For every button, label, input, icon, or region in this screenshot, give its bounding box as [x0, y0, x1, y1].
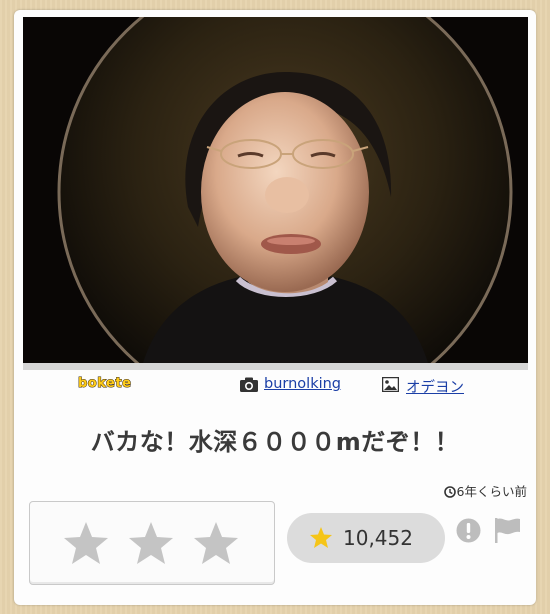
rating-panel: [29, 501, 275, 585]
boke-card: bokete burnolking オデヨン バカな！水深６０００mだぞ！！ 6…: [14, 10, 536, 605]
photographer-link[interactable]: burnolking: [264, 376, 341, 392]
rate-star-icon-1[interactable]: [62, 520, 110, 566]
photo-source-link[interactable]: オデヨン: [406, 376, 464, 397]
camera-icon: [240, 377, 258, 392]
star-count-value: 10,452: [343, 526, 413, 550]
post-photo[interactable]: [23, 17, 528, 363]
flag-icon[interactable]: [492, 516, 522, 544]
post-time: 6年くらい前: [443, 481, 527, 500]
photo-illustration: [23, 17, 528, 363]
time-ago-text: 6年くらい前: [456, 484, 527, 499]
warning-icon[interactable]: [456, 518, 481, 543]
clock-icon: [443, 486, 456, 498]
image-icon: [382, 377, 399, 392]
rate-star-icon-3[interactable]: [192, 520, 240, 566]
boke-caption: バカな！水深６０００mだぞ！！: [90, 428, 460, 456]
star-count-badge[interactable]: 10,452: [287, 513, 445, 563]
meta-row: bokete burnolking オデヨン: [14, 366, 536, 397]
rate-star-icon-2[interactable]: [127, 520, 175, 566]
star-icon: [310, 527, 332, 548]
bokete-logo[interactable]: bokete: [77, 376, 131, 392]
